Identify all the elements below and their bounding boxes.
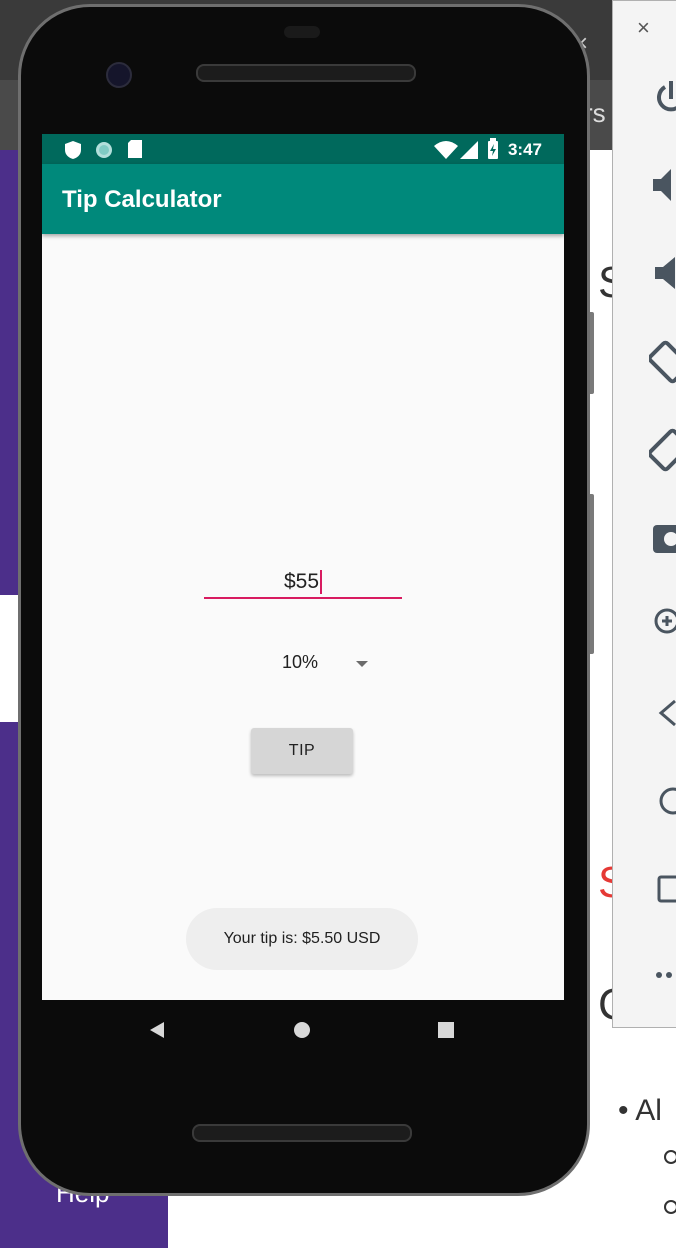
cellular-icon bbox=[460, 141, 478, 159]
rotate-right-icon[interactable] bbox=[649, 425, 676, 473]
text-cursor bbox=[320, 570, 323, 595]
app-title: Tip Calculator bbox=[62, 186, 222, 213]
battery-charging-icon bbox=[488, 138, 498, 159]
earpiece-speaker bbox=[196, 64, 416, 82]
amount-input-underline bbox=[204, 597, 402, 599]
device-screen: 3:47 Tip Calculator $55 10% TIP Your tip… bbox=[42, 134, 564, 1000]
status-bar: 3:47 bbox=[42, 134, 564, 164]
bullet-list-item: • Al bbox=[618, 1094, 662, 1127]
zoom-icon[interactable] bbox=[651, 603, 676, 643]
tip-percent-value: 10% bbox=[282, 652, 319, 672]
sub-bullet-icon bbox=[664, 1150, 676, 1164]
nav-back-icon[interactable] bbox=[148, 1020, 168, 1040]
volume-down-icon[interactable] bbox=[651, 253, 676, 293]
wifi-icon bbox=[434, 141, 458, 159]
back-icon[interactable] bbox=[653, 695, 676, 735]
bottom-speaker bbox=[192, 1124, 412, 1142]
toast-message: Your tip is: $5.50 USD bbox=[186, 908, 418, 970]
nav-home-icon[interactable] bbox=[292, 1020, 312, 1040]
amount-input[interactable]: $55 bbox=[204, 564, 402, 600]
emulator-controls-panel: × bbox=[612, 0, 676, 1028]
front-camera bbox=[106, 62, 132, 88]
nav-recents-icon[interactable] bbox=[437, 1021, 455, 1039]
tip-percent-dropdown[interactable]: 10% bbox=[264, 646, 384, 682]
bullet-text: Al bbox=[635, 1094, 662, 1127]
amount-value: $55 bbox=[283, 570, 320, 593]
sub-bullet-icon bbox=[664, 1200, 676, 1214]
rotate-left-icon[interactable] bbox=[649, 337, 676, 385]
screenshot-icon[interactable] bbox=[651, 517, 676, 557]
more-icon[interactable] bbox=[653, 961, 676, 991]
circle-icon bbox=[96, 142, 112, 158]
power-icon[interactable] bbox=[651, 79, 676, 119]
overview-icon[interactable] bbox=[653, 871, 676, 911]
shield-icon bbox=[65, 141, 81, 159]
close-panel-button[interactable]: × bbox=[637, 15, 650, 41]
tip-button[interactable]: TIP bbox=[251, 728, 353, 774]
proximity-sensor bbox=[284, 26, 320, 38]
status-time: 3:47 bbox=[507, 140, 542, 159]
home-icon[interactable] bbox=[653, 783, 676, 823]
volume-up-icon[interactable] bbox=[651, 165, 676, 205]
dropdown-arrow-icon bbox=[356, 661, 368, 667]
sd-card-icon bbox=[128, 140, 142, 158]
